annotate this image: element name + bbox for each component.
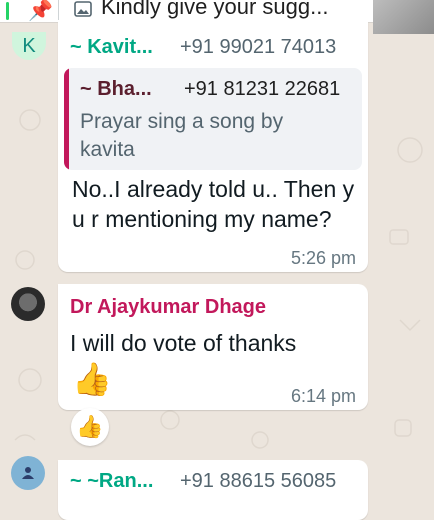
reaction-badge[interactable]: 👍 — [71, 408, 109, 446]
message-time: 6:14 pm — [290, 386, 356, 406]
divider — [58, 0, 59, 20]
message-time: 5:26 pm — [290, 248, 356, 268]
pinned-accent — [6, 2, 9, 20]
message-text: No..I already told u.. Then y u r mentio… — [72, 176, 355, 232]
pinned-thumbnail[interactable] — [373, 0, 434, 34]
thumbs-up-icon: 👍 — [76, 414, 104, 439]
message-bubble[interactable]: ~ Kavit... +91 99021 74013 ~ Bha... +91 … — [58, 22, 368, 272]
message-text: I will do vote of thanks — [70, 330, 297, 356]
pinned-message-text: Kindly give your sugg... — [101, 0, 329, 19]
quote-accent — [64, 68, 69, 170]
sender-name[interactable]: Dr Ajaykumar Dhage — [70, 296, 266, 319]
pinned-message-bar[interactable]: 📌 Kindly give your sugg... — [0, 0, 434, 23]
sender-name[interactable]: ~ Kavit... — [70, 36, 153, 59]
person-icon — [22, 467, 34, 479]
quoted-sender-phone: +91 81231 22681 — [184, 78, 341, 100]
quoted-text: Prayar sing a song by kavita — [80, 110, 284, 161]
sender-phone: +91 99021 74013 — [180, 36, 337, 58]
thumbs-up-sticker: 👍 — [72, 361, 112, 397]
message-bubble[interactable]: ~ ~Ran... +91 88615 56085 — [58, 460, 368, 520]
avatar-letter: K — [22, 34, 36, 57]
avatar[interactable] — [11, 287, 45, 321]
quoted-message[interactable]: ~ Bha... +91 81231 22681 Prayar sing a s… — [64, 68, 362, 170]
image-icon — [74, 1, 92, 17]
avatar[interactable] — [11, 456, 45, 490]
message-bubble[interactable]: Dr Ajaykumar Dhage I will do vote of tha… — [58, 284, 368, 410]
pin-icon: 📌 — [28, 0, 53, 22]
quoted-sender-name: ~ Bha... — [80, 78, 152, 100]
